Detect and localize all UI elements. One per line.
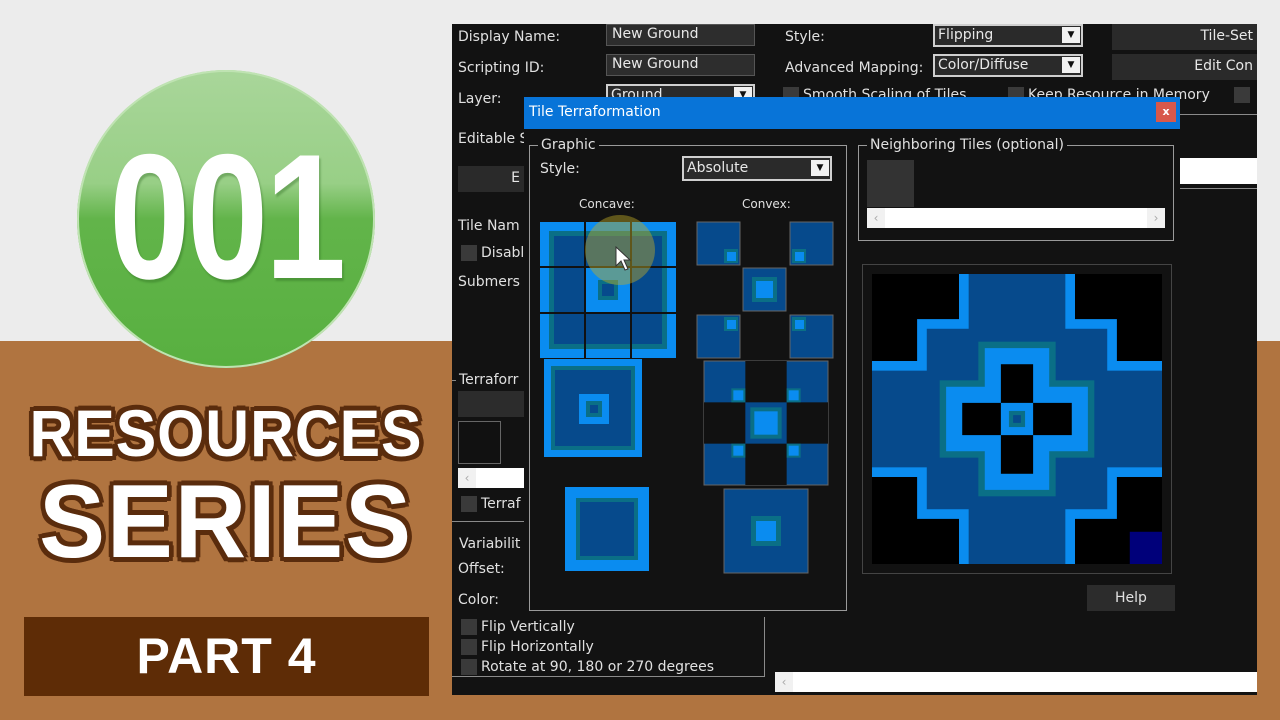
terraform-group-label: Terraforr [459, 372, 519, 388]
convex-cross-center-core [754, 411, 778, 435]
edit-button[interactable]: E [458, 166, 524, 192]
terraform-checkbox[interactable] [461, 496, 477, 512]
neighbor-scrollbar[interactable]: ‹ › [867, 208, 1165, 228]
color-label: Color: [458, 592, 500, 608]
convex-corner-core [795, 252, 804, 261]
flip-horizontally-checkbox[interactable] [461, 639, 477, 655]
rotate-checkbox[interactable] [461, 659, 477, 675]
part-banner: PART 4 [24, 617, 429, 696]
close-button[interactable]: x [1156, 102, 1176, 122]
series-title-line1: RESOURCES [29, 396, 423, 470]
mouse-pointer-icon [615, 246, 631, 271]
terraform-group-line [452, 380, 456, 381]
convex-center-core [756, 281, 773, 298]
tile-name-label: Tile Nam [458, 218, 520, 234]
style-value: Flipping [938, 27, 994, 43]
preview-selected-tile [1129, 531, 1162, 564]
terraform-preview [458, 421, 501, 464]
dialog-title: Tile Terraformation [529, 104, 661, 120]
scripting-id-input[interactable]: New Ground [606, 54, 755, 76]
tile-set-button[interactable]: Tile-Set [1112, 24, 1257, 50]
bottom-scrollbar[interactable]: ‹ [775, 672, 1257, 692]
advanced-mapping-label: Advanced Mapping: [785, 60, 924, 76]
terraform-button[interactable] [458, 391, 524, 417]
group-border [764, 617, 765, 677]
layer-label: Layer: [458, 91, 502, 107]
dialog-body: Graphic Style: Absolute ▼ Concave: Conve… [524, 129, 1180, 612]
flip-horizontally-label: Flip Horizontally [481, 639, 594, 655]
scripting-id-label: Scripting ID: [458, 60, 545, 76]
chevron-left-icon[interactable]: ‹ [775, 672, 793, 692]
display-name-input[interactable]: New Ground [606, 24, 755, 46]
convex-corner-core [727, 252, 736, 261]
tile-terraformation-dialog: Tile Terraformation x Graphic Style: Abs… [524, 97, 1180, 612]
convex-cross-corner-core [733, 390, 744, 401]
separator [452, 521, 524, 522]
convex-corner-core [795, 320, 804, 329]
chevron-left-icon[interactable]: ‹ [867, 208, 885, 228]
terraform-checkbox-label: Terraf [481, 496, 521, 512]
convex-small-tile-core [756, 521, 776, 541]
preview-tile-map [872, 274, 1162, 564]
advanced-mapping-value: Color/Diffuse [938, 57, 1029, 73]
edit-con-button[interactable]: Edit Con [1112, 54, 1257, 80]
concave-grid-line [540, 312, 676, 314]
offset-label: Offset: [458, 561, 505, 577]
convex-corner-core [727, 320, 736, 329]
part-label: PART 4 [136, 628, 317, 684]
dialog-titlebar[interactable]: Tile Terraformation x [524, 97, 1180, 129]
concave-tile-center-core [602, 284, 614, 296]
neighbor-tile-slot[interactable] [867, 160, 914, 207]
advanced-mapping-select[interactable]: Color/Diffuse ▼ [933, 54, 1083, 77]
concave-small-tile-inner [580, 502, 634, 556]
separator [1180, 188, 1257, 189]
group-border-bottom [452, 676, 765, 677]
submerse-label: Submers [458, 274, 520, 290]
series-title-line2: SERIES [39, 464, 413, 580]
editable-label: Editable S [458, 131, 529, 147]
terraform-preview [872, 274, 1162, 564]
neighboring-tiles-label: Neighboring Tiles (optional) [867, 137, 1067, 153]
convex-cross-corner-core [788, 445, 799, 456]
style-label: Style: [785, 29, 825, 45]
variability-group-label: Variabilit [459, 536, 521, 552]
chevron-left-icon[interactable]: ‹ [458, 468, 476, 488]
help-button[interactable]: Help [1087, 585, 1175, 611]
disable-checkbox[interactable] [461, 245, 477, 261]
flip-vertically-checkbox[interactable] [461, 619, 477, 635]
chevron-right-icon[interactable]: › [1147, 208, 1165, 228]
chevron-down-icon: ▼ [1062, 27, 1080, 43]
preview-center-core [1013, 415, 1021, 423]
disable-checkbox-label: Disabl [481, 245, 525, 261]
style-select[interactable]: Flipping ▼ [933, 24, 1083, 47]
display-name-label: Display Name: [458, 29, 561, 45]
convex-tile-grid [696, 221, 834, 574]
concave-large-tile-center-core [590, 405, 598, 413]
flip-vertically-label: Flip Vertically [481, 619, 575, 635]
rotate-label: Rotate at 90, 180 or 270 degrees [481, 659, 714, 675]
convex-cross-corner-core [733, 445, 744, 456]
terraform-scrollbar[interactable]: ‹ [458, 468, 524, 488]
chevron-down-icon: ▼ [1062, 57, 1080, 73]
convex-cross-corner-core [788, 390, 799, 401]
separator [1179, 114, 1257, 115]
episode-badge: 001 [77, 70, 375, 368]
tile-graphics [540, 221, 834, 574]
episode-number: 001 [109, 117, 346, 316]
right-input[interactable] [1180, 158, 1257, 184]
extra-checkbox[interactable] [1234, 87, 1250, 103]
